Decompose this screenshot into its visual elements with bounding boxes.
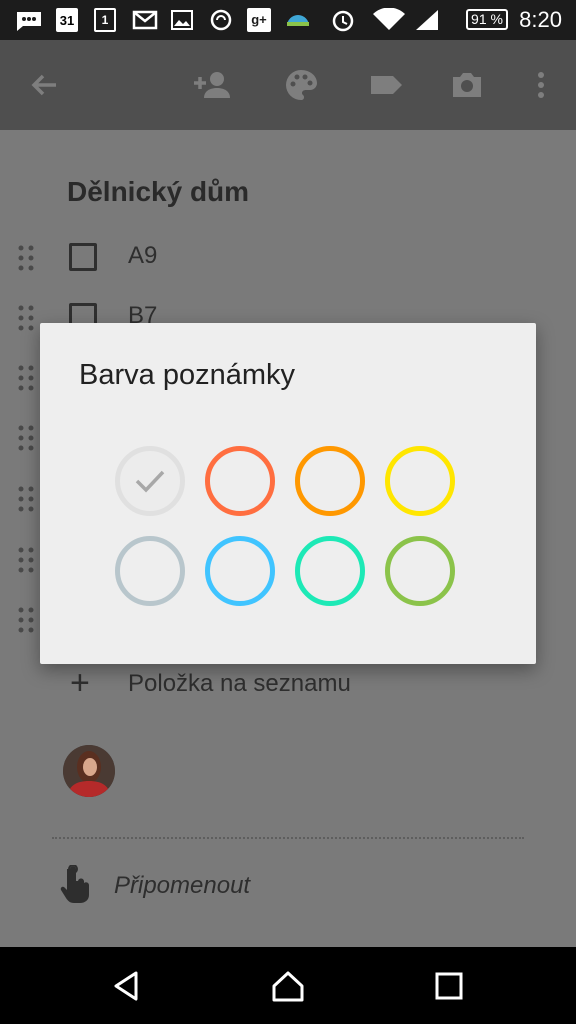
calendar-1-icon: 1 (94, 8, 116, 32)
color-swatch-red[interactable] (205, 446, 275, 516)
reminder-label[interactable]: Připomenout (114, 872, 250, 900)
recents-icon[interactable] (432, 969, 466, 1003)
drag-handle-icon[interactable] (18, 606, 34, 634)
color-swatch-white[interactable] (115, 446, 185, 516)
color-swatch-yellow[interactable] (385, 446, 455, 516)
note-title[interactable]: Dělnický dům (67, 176, 249, 208)
note-color-dialog: Barva poznámky (40, 323, 536, 664)
palette-icon[interactable] (283, 67, 319, 103)
drag-handle-icon[interactable] (18, 304, 34, 332)
add-person-icon[interactable] (192, 67, 232, 103)
add-list-item-label[interactable]: Položka na seznamu (128, 670, 351, 698)
add-list-item-row[interactable]: + Položka na seznamu (0, 660, 576, 710)
camera-icon[interactable] (449, 67, 485, 103)
drag-handle-icon[interactable] (18, 424, 34, 452)
sync-icon (210, 9, 232, 31)
back-triangle-icon[interactable] (110, 969, 144, 1003)
color-swatch-teal[interactable] (295, 536, 365, 606)
reminder-hand-icon[interactable] (60, 865, 92, 905)
signal-icon (416, 10, 438, 30)
drag-handle-icon[interactable] (18, 364, 34, 392)
google-plus-icon: g+ (247, 8, 271, 32)
label-icon[interactable] (368, 67, 404, 103)
divider (52, 837, 524, 839)
color-swatch-orange[interactable] (295, 446, 365, 516)
color-swatch-green[interactable] (385, 536, 455, 606)
calendar-31-icon: 31 (56, 8, 78, 32)
drag-handle-icon[interactable] (18, 485, 34, 513)
wifi-icon (373, 8, 405, 30)
item-checkbox[interactable] (69, 243, 97, 271)
status-time: 8:20 (519, 7, 562, 32)
alarm-icon (332, 10, 354, 32)
dialog-title: Barva poznámky (79, 359, 295, 391)
drag-handle-icon[interactable] (18, 244, 34, 272)
color-swatch-blue[interactable] (205, 536, 275, 606)
color-swatch-gray[interactable] (115, 536, 185, 606)
item-text[interactable]: A9 (128, 242, 157, 270)
avatar-image (63, 745, 115, 797)
status-bar: 31 1 g+ 91 % 8:20 (0, 0, 576, 40)
weather-icon (287, 15, 309, 26)
drag-handle-icon[interactable] (18, 546, 34, 574)
back-arrow-icon[interactable] (26, 67, 62, 103)
plus-icon: + (70, 664, 90, 702)
checkmark-icon (135, 470, 165, 493)
home-icon[interactable] (270, 969, 306, 1003)
list-item[interactable]: A9 (0, 230, 576, 290)
toolbar (0, 40, 576, 130)
avatar[interactable] (63, 745, 115, 797)
more-vert-icon[interactable] (523, 67, 559, 103)
battery-indicator: 91 % (466, 9, 508, 30)
gallery-icon (171, 10, 193, 30)
messages-icon (17, 12, 41, 31)
gmail-icon (132, 10, 158, 30)
navigation-bar (0, 947, 576, 1024)
